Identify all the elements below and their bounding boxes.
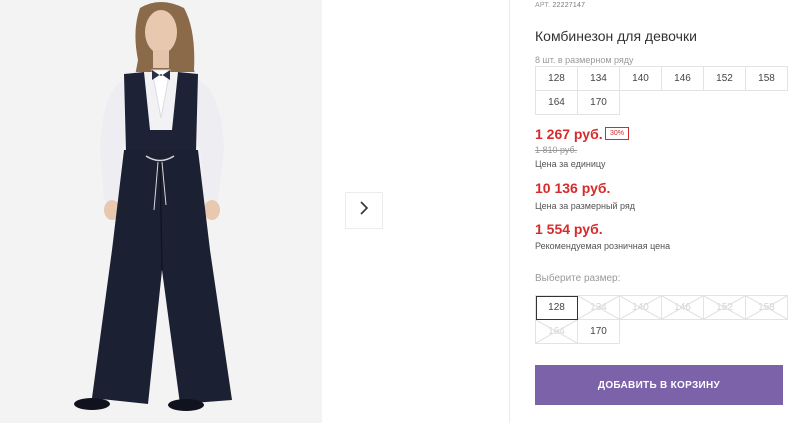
pack-size: 170 [578, 91, 620, 115]
unavailable-cross-icon [536, 320, 577, 343]
retail-price-caption: Рекомендуемая розничная цена [535, 241, 671, 251]
pack-size: 152 [704, 67, 746, 91]
unavailable-cross-icon [746, 296, 787, 319]
size-option: 140 [620, 296, 662, 320]
size-select-grid: 128 134140146152158 164 170 [535, 295, 788, 344]
pack-size: 158 [746, 67, 788, 91]
product-title: Комбинезон для девочки [535, 28, 697, 44]
pack-size: 164 [536, 91, 578, 115]
divider [509, 0, 510, 423]
article: АРТ. 22227147 [535, 2, 585, 9]
discount-badge: 30% [605, 127, 630, 140]
add-to-cart-button[interactable]: ДОБАВИТЬ В КОРЗИНУ [535, 365, 783, 405]
pack-size: 134 [578, 67, 620, 91]
pack-size: 146 [662, 67, 704, 91]
size-option: 152 [704, 296, 746, 320]
size-select-label: Выберите размер: [535, 273, 621, 284]
unavailable-cross-icon [578, 296, 619, 319]
size-option: 134 [578, 296, 620, 320]
pack-label: 8 шт. в размерном ряду [535, 55, 634, 65]
size-option: 146 [662, 296, 704, 320]
unavailable-cross-icon [704, 296, 745, 319]
pack-size: 140 [620, 67, 662, 91]
size-option[interactable]: 170 [578, 320, 620, 344]
product-photo [74, 2, 232, 411]
size-option[interactable]: 128 [536, 296, 578, 320]
pack-size: 128 [536, 67, 578, 91]
size-option-label: 170 [590, 326, 607, 337]
size-option: 158 [746, 296, 788, 320]
old-price: 1 810 руб. [535, 145, 578, 155]
unit-price-caption: Цена за единицу [535, 159, 606, 169]
size-option-label: 128 [548, 302, 565, 313]
pack-price-caption: Цена за размерный ряд [535, 201, 636, 211]
unavailable-cross-icon [662, 296, 703, 319]
unavailable-cross-icon [620, 296, 661, 319]
retail-price: 1 554 руб. [535, 221, 603, 237]
chevron-right-icon [358, 200, 370, 221]
unit-price: 1 267 руб. [535, 126, 603, 142]
pack-size-grid: 128 134 140 146 152 158 164 170 [535, 66, 788, 115]
pack-price: 10 136 руб. [535, 180, 611, 196]
size-option: 164 [536, 320, 578, 344]
product-image [0, 0, 322, 423]
gallery-next-button[interactable] [345, 192, 383, 229]
article-number: 22227147 [552, 2, 586, 9]
article-label: АРТ. [535, 2, 551, 9]
